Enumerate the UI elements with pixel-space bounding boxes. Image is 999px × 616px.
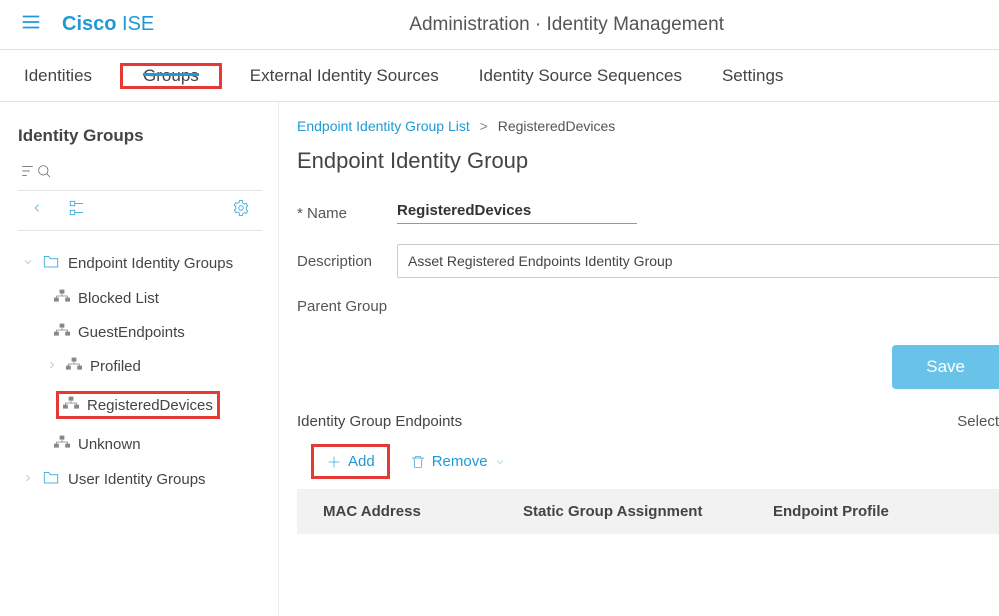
crumb-list[interactable]: Endpoint Identity Group List — [297, 118, 470, 134]
tab-sequences[interactable]: Identity Source Sequences — [459, 50, 702, 101]
name-value: RegisteredDevices — [397, 202, 531, 219]
tab-external[interactable]: External Identity Sources — [230, 50, 459, 101]
add-label: Add — [348, 453, 375, 470]
tree-registered-label: RegisteredDevices — [87, 397, 213, 414]
tree-registered[interactable]: RegisteredDevices — [18, 383, 262, 427]
row-name: * Name RegisteredDevices — [297, 202, 999, 224]
page-title: Administration · Identity Management — [154, 14, 979, 36]
search-icon — [36, 163, 52, 179]
sidebar: Identity Groups Endpoint Identity Groups… — [0, 102, 278, 616]
col-mac[interactable]: MAC Address — [323, 503, 523, 520]
chevron-right-icon — [22, 471, 34, 488]
tree-unknown[interactable]: Unknown — [18, 427, 262, 461]
tree-user-label: User Identity Groups — [68, 471, 206, 488]
org-icon — [63, 396, 79, 414]
main-title: Endpoint Identity Group — [297, 148, 999, 174]
remove-button[interactable]: Remove — [410, 453, 506, 470]
ige-title: Identity Group Endpoints — [297, 413, 462, 430]
row-parent: Parent Group — [297, 298, 999, 315]
tree-user-groups[interactable]: User Identity Groups — [18, 461, 262, 497]
highlight-groups-tab: Groups — [120, 63, 222, 89]
tree-root-endpoint[interactable]: Endpoint Identity Groups — [18, 245, 262, 281]
tree-profiled[interactable]: Profiled — [18, 349, 262, 383]
row-description: Description — [297, 244, 999, 278]
name-label: * Name — [297, 205, 397, 222]
col-ep[interactable]: Endpoint Profile — [773, 503, 973, 520]
tree: Endpoint Identity Groups Blocked List Gu… — [18, 245, 262, 497]
tree-blocked[interactable]: Blocked List — [18, 281, 262, 315]
gear-icon[interactable] — [220, 199, 262, 222]
breadcrumb: Endpoint Identity Group List > Registere… — [297, 118, 999, 134]
crumb-sep: > — [480, 118, 488, 134]
tree-profiled-label: Profiled — [90, 358, 141, 375]
highlight-registered: RegisteredDevices — [56, 391, 220, 419]
brand-bold: Cisco — [62, 13, 116, 35]
col-sga[interactable]: Static Group Assignment — [523, 503, 773, 520]
chevron-down-icon — [494, 456, 506, 468]
name-field[interactable]: RegisteredDevices — [397, 202, 637, 224]
crumb-current: RegisteredDevices — [498, 118, 616, 134]
tab-settings[interactable]: Settings — [702, 50, 803, 101]
org-icon — [54, 289, 70, 307]
chevron-left-icon[interactable] — [18, 201, 56, 220]
add-button[interactable]: Add — [311, 444, 390, 479]
org-icon — [66, 357, 82, 375]
chevron-right-icon — [46, 358, 58, 375]
tree-blocked-label: Blocked List — [78, 290, 159, 307]
tab-groups[interactable]: Groups — [123, 66, 219, 86]
trash-icon — [410, 454, 426, 470]
save-button[interactable]: Save — [892, 345, 999, 389]
org-icon — [54, 435, 70, 453]
hamburger-icon[interactable] — [20, 11, 42, 38]
filter-row[interactable] — [18, 158, 262, 190]
table-header: MAC Address Static Group Assignment Endp… — [297, 489, 999, 534]
toolbar-row — [18, 190, 262, 231]
save-row: Save — [297, 345, 999, 389]
org-icon — [54, 323, 70, 341]
brand-light: ISE — [116, 13, 154, 35]
tree-view-icon[interactable] — [56, 199, 98, 222]
folder-icon — [42, 469, 60, 489]
select-label[interactable]: Select — [957, 413, 999, 430]
brand[interactable]: Cisco ISE — [62, 13, 154, 36]
top-bar: Cisco ISE Administration · Identity Mana… — [0, 0, 999, 50]
ige-title-row: Identity Group Endpoints Select — [297, 413, 999, 430]
ige-toolbar: Add Remove — [297, 444, 999, 479]
tab-identities[interactable]: Identities — [4, 50, 112, 101]
parent-label: Parent Group — [297, 298, 397, 315]
tree-root-label: Endpoint Identity Groups — [68, 255, 233, 272]
description-input[interactable] — [397, 244, 999, 278]
chevron-down-icon — [22, 255, 34, 272]
remove-label: Remove — [432, 453, 488, 470]
desc-label: Description — [297, 253, 397, 270]
main-panel: Endpoint Identity Group List > Registere… — [278, 102, 999, 616]
tree-unknown-label: Unknown — [78, 436, 141, 453]
plus-icon — [326, 454, 342, 470]
sidebar-title: Identity Groups — [18, 126, 262, 146]
tree-guest[interactable]: GuestEndpoints — [18, 315, 262, 349]
tree-guest-label: GuestEndpoints — [78, 324, 185, 341]
folder-icon — [42, 253, 60, 273]
tab-bar: Identities Groups External Identity Sour… — [0, 50, 999, 102]
